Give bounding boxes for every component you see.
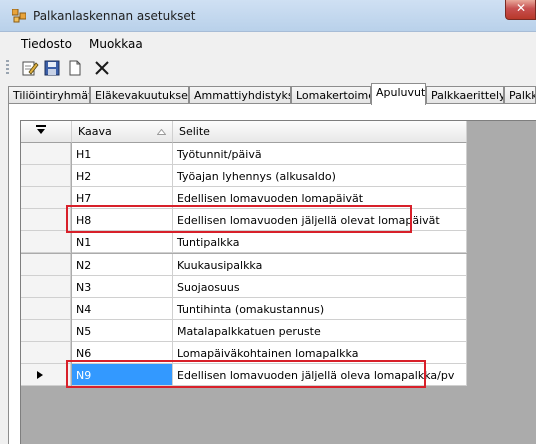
row-header[interactable]: [21, 275, 71, 298]
new-document-icon[interactable]: [66, 59, 84, 77]
menu-tiedosto[interactable]: Tiedosto: [21, 37, 72, 51]
cell-selite[interactable]: Matalapalkkatuen peruste: [173, 319, 467, 342]
cell-selite[interactable]: Edellisen lomavuoden jäljellä oleva loma…: [173, 364, 467, 387]
toolbar-grip[interactable]: [6, 60, 9, 76]
cell-kaava[interactable]: H2: [72, 165, 173, 188]
cell-selite[interactable]: Kuukausipalkka: [173, 253, 467, 276]
tab-palkkaerittely[interactable]: Palkkaerittely: [426, 86, 504, 104]
cell-selite[interactable]: Työtunnit/päivä: [173, 143, 467, 166]
cell-selite[interactable]: Lomapäiväkohtainen lomapalkka: [173, 341, 467, 364]
column-header-selite-label: Selite: [179, 125, 210, 138]
row-header[interactable]: [21, 187, 71, 210]
select-all-header[interactable]: [21, 121, 72, 143]
row-header[interactable]: [21, 364, 71, 387]
cell-kaava[interactable]: H7: [72, 187, 173, 210]
column-header-selite[interactable]: Selite: [173, 121, 467, 143]
cell-kaava[interactable]: N5: [72, 319, 173, 342]
tab-lomakertoimet[interactable]: Lomakertoimet: [291, 86, 371, 104]
window-title: Palkanlaskennan asetukset: [33, 9, 196, 23]
column-header-kaava[interactable]: Kaava: [72, 121, 173, 143]
cell-kaava[interactable]: N2: [72, 253, 173, 276]
row-header[interactable]: [21, 143, 71, 166]
cell-kaava[interactable]: H8: [72, 209, 173, 232]
menu-muokkaa[interactable]: Muokkaa: [89, 37, 143, 51]
cell-selite[interactable]: Tuntihinta (omakustannus): [173, 297, 467, 320]
row-header[interactable]: [21, 297, 71, 320]
row-filter-icon: [36, 125, 46, 134]
cell-kaava[interactable]: N3: [72, 275, 173, 298]
edit-icon[interactable]: [21, 59, 39, 77]
cell-selite[interactable]: Suojaosuus: [173, 275, 467, 298]
tab-apuluvut[interactable]: Apuluvut: [371, 83, 426, 105]
row-header[interactable]: [21, 319, 71, 342]
cell-kaava[interactable]: N4: [72, 297, 173, 320]
close-button[interactable]: ✕: [505, 0, 536, 20]
tab-tiliointiryhmat[interactable]: Tiliöintiryhmät: [8, 86, 90, 104]
tab-palkka[interactable]: Palkka: [504, 86, 536, 104]
save-icon[interactable]: [43, 59, 61, 77]
column-header-kaava-label: Kaava: [78, 125, 112, 138]
cell-selite[interactable]: Edellisen lomavuoden lomapäivät: [173, 187, 467, 210]
cell-kaava[interactable]: H1: [72, 143, 173, 166]
title-bar: Palkanlaskennan asetukset ✕: [0, 0, 536, 32]
row-header[interactable]: [21, 253, 71, 276]
tab-ammattiyhdistykset[interactable]: Ammattiyhdistykset: [189, 86, 291, 104]
row-header[interactable]: [21, 341, 71, 364]
close-icon: ✕: [516, 1, 527, 15]
sort-ascending-icon: [157, 129, 166, 135]
toolbar: [0, 56, 536, 80]
cell-selite[interactable]: Edellisen lomavuoden jäljellä olevat lom…: [173, 209, 467, 232]
row-header[interactable]: [21, 231, 71, 254]
cell-kaava[interactable]: N9: [72, 364, 173, 387]
app-icon: [12, 9, 26, 23]
cell-kaava[interactable]: N1: [72, 231, 173, 254]
data-grid[interactable]: Kaava Selite H1 Työtunnit/päivä H2 Työajan …: [20, 120, 536, 444]
tab-strip: Tiliöintiryhmät Eläkevakuutukset Ammatti…: [0, 83, 536, 105]
row-header[interactable]: [21, 209, 71, 232]
row-header[interactable]: [21, 165, 71, 188]
cell-selite[interactable]: Työajan lyhennys (alkusaldo): [173, 165, 467, 188]
cell-kaava[interactable]: N6: [72, 341, 173, 364]
menu-bar: Tiedosto Muokkaa: [0, 32, 536, 56]
delete-icon[interactable]: [93, 59, 111, 77]
current-row-icon: [37, 371, 43, 379]
tab-elakevakuutukset[interactable]: Eläkevakuutukset: [90, 86, 189, 104]
cell-selite[interactable]: Tuntipalkka: [173, 231, 467, 254]
